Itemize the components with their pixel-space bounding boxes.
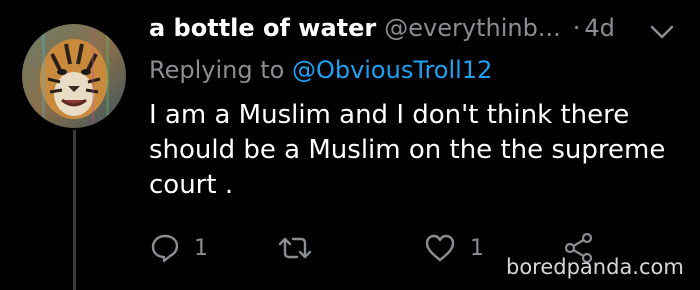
- timestamp[interactable]: 4d: [584, 14, 615, 42]
- tweet[interactable]: a bottle of water @everythinb... · 4d Re…: [0, 0, 700, 290]
- watermark: boredpanda.com: [506, 255, 684, 279]
- chevron-down-icon[interactable]: [649, 23, 675, 41]
- retweet-button[interactable]: [277, 228, 327, 268]
- like-count: 1: [470, 235, 484, 261]
- replying-prefix: Replying to: [149, 56, 292, 84]
- heart-icon: [424, 233, 456, 263]
- reply-icon: [150, 233, 180, 263]
- replying-to: Replying to @ObviousTroll12: [149, 56, 492, 84]
- mention-link[interactable]: @ObviousTroll12: [292, 56, 492, 84]
- tweet-text-line: I am a Muslim and I don't think there: [149, 100, 630, 130]
- like-button[interactable]: 1: [424, 228, 484, 268]
- tweet-text-line: should be a Muslim on the the supreme: [149, 135, 666, 165]
- tweet-text-line: court .: [149, 170, 234, 200]
- display-name[interactable]: a bottle of water: [149, 14, 376, 42]
- reply-count: 1: [194, 235, 208, 261]
- user-handle[interactable]: @everythinb...: [384, 14, 560, 42]
- tweet-text: I am a Muslim and I don't think there sh…: [149, 98, 669, 203]
- separator-dot: ·: [572, 14, 581, 42]
- tweet-header: a bottle of water @everythinb... · 4d: [149, 14, 689, 54]
- avatar[interactable]: [22, 24, 126, 128]
- reply-button[interactable]: 1: [150, 228, 208, 268]
- retweet-icon: [277, 233, 313, 263]
